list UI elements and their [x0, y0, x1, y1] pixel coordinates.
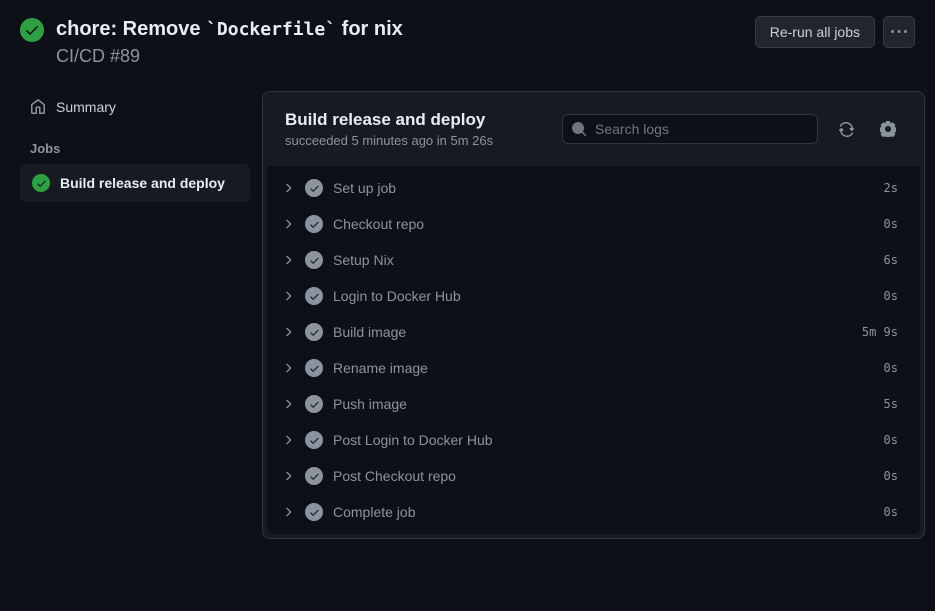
step-row[interactable]: Build image 5m 9s	[267, 314, 920, 350]
chevron-right-icon	[281, 397, 295, 411]
sidebar-summary-label: Summary	[56, 99, 116, 115]
search-logs-input[interactable]	[562, 114, 818, 144]
step-row[interactable]: Push image 5s	[267, 386, 920, 422]
check-circle-icon	[305, 215, 323, 233]
step-name: Post Checkout repo	[333, 468, 874, 484]
check-circle-icon	[305, 251, 323, 269]
search-icon	[571, 121, 587, 137]
check-circle-icon	[305, 431, 323, 449]
step-row[interactable]: Complete job 0s	[267, 494, 920, 530]
step-duration: 6s	[884, 253, 898, 267]
check-circle-icon	[305, 503, 323, 521]
step-duration: 0s	[884, 505, 898, 519]
step-name: Checkout repo	[333, 216, 874, 232]
chevron-right-icon	[281, 253, 295, 267]
check-circle-icon	[32, 174, 50, 192]
step-row[interactable]: Post Checkout repo 0s	[267, 458, 920, 494]
check-circle-icon	[305, 323, 323, 341]
step-name: Login to Docker Hub	[333, 288, 874, 304]
step-duration: 0s	[884, 217, 898, 231]
check-circle-icon	[305, 179, 323, 197]
check-circle-icon	[305, 359, 323, 377]
step-row[interactable]: Setup Nix 6s	[267, 242, 920, 278]
step-name: Push image	[333, 396, 874, 412]
check-circle-icon	[20, 18, 44, 42]
settings-button[interactable]	[874, 115, 902, 143]
chevron-right-icon	[281, 505, 295, 519]
chevron-right-icon	[281, 217, 295, 231]
chevron-right-icon	[281, 181, 295, 195]
sidebar-summary-link[interactable]: Summary	[20, 91, 250, 123]
step-duration: 5m 9s	[862, 325, 898, 339]
job-title: Build release and deploy	[285, 110, 548, 130]
step-name: Set up job	[333, 180, 874, 196]
chevron-right-icon	[281, 325, 295, 339]
step-row[interactable]: Rename image 0s	[267, 350, 920, 386]
home-icon	[30, 99, 46, 115]
check-circle-icon	[305, 467, 323, 485]
chevron-right-icon	[281, 469, 295, 483]
step-name: Rename image	[333, 360, 874, 376]
sidebar-job-label: Build release and deploy	[60, 175, 225, 191]
step-name: Complete job	[333, 504, 874, 520]
chevron-right-icon	[281, 433, 295, 447]
step-duration: 5s	[884, 397, 898, 411]
page-title: chore: Remove `Dockerfile` for nix	[56, 16, 743, 42]
sidebar-job-item[interactable]: Build release and deploy	[20, 164, 250, 202]
step-row[interactable]: Checkout repo 0s	[267, 206, 920, 242]
step-name: Setup Nix	[333, 252, 874, 268]
gear-icon	[880, 121, 896, 137]
rerun-all-jobs-button[interactable]: Re-run all jobs	[755, 16, 875, 48]
chevron-right-icon	[281, 289, 295, 303]
sync-icon	[838, 121, 854, 137]
kebab-horizontal-icon	[891, 24, 907, 40]
refresh-button[interactable]	[832, 115, 860, 143]
step-duration: 0s	[884, 433, 898, 447]
step-name: Post Login to Docker Hub	[333, 432, 874, 448]
step-row[interactable]: Set up job 2s	[267, 170, 920, 206]
step-duration: 0s	[884, 469, 898, 483]
sidebar-jobs-heading: Jobs	[20, 123, 250, 164]
step-name: Build image	[333, 324, 852, 340]
step-duration: 0s	[884, 361, 898, 375]
step-duration: 2s	[884, 181, 898, 195]
step-row[interactable]: Login to Docker Hub 0s	[267, 278, 920, 314]
check-circle-icon	[305, 395, 323, 413]
job-status-text: succeeded 5 minutes ago in 5m 26s	[285, 133, 548, 148]
chevron-right-icon	[281, 361, 295, 375]
step-duration: 0s	[884, 289, 898, 303]
check-circle-icon	[305, 287, 323, 305]
step-row[interactable]: Post Login to Docker Hub 0s	[267, 422, 920, 458]
workflow-run-id: CI/CD #89	[56, 46, 743, 67]
kebab-menu-button[interactable]	[883, 16, 915, 48]
